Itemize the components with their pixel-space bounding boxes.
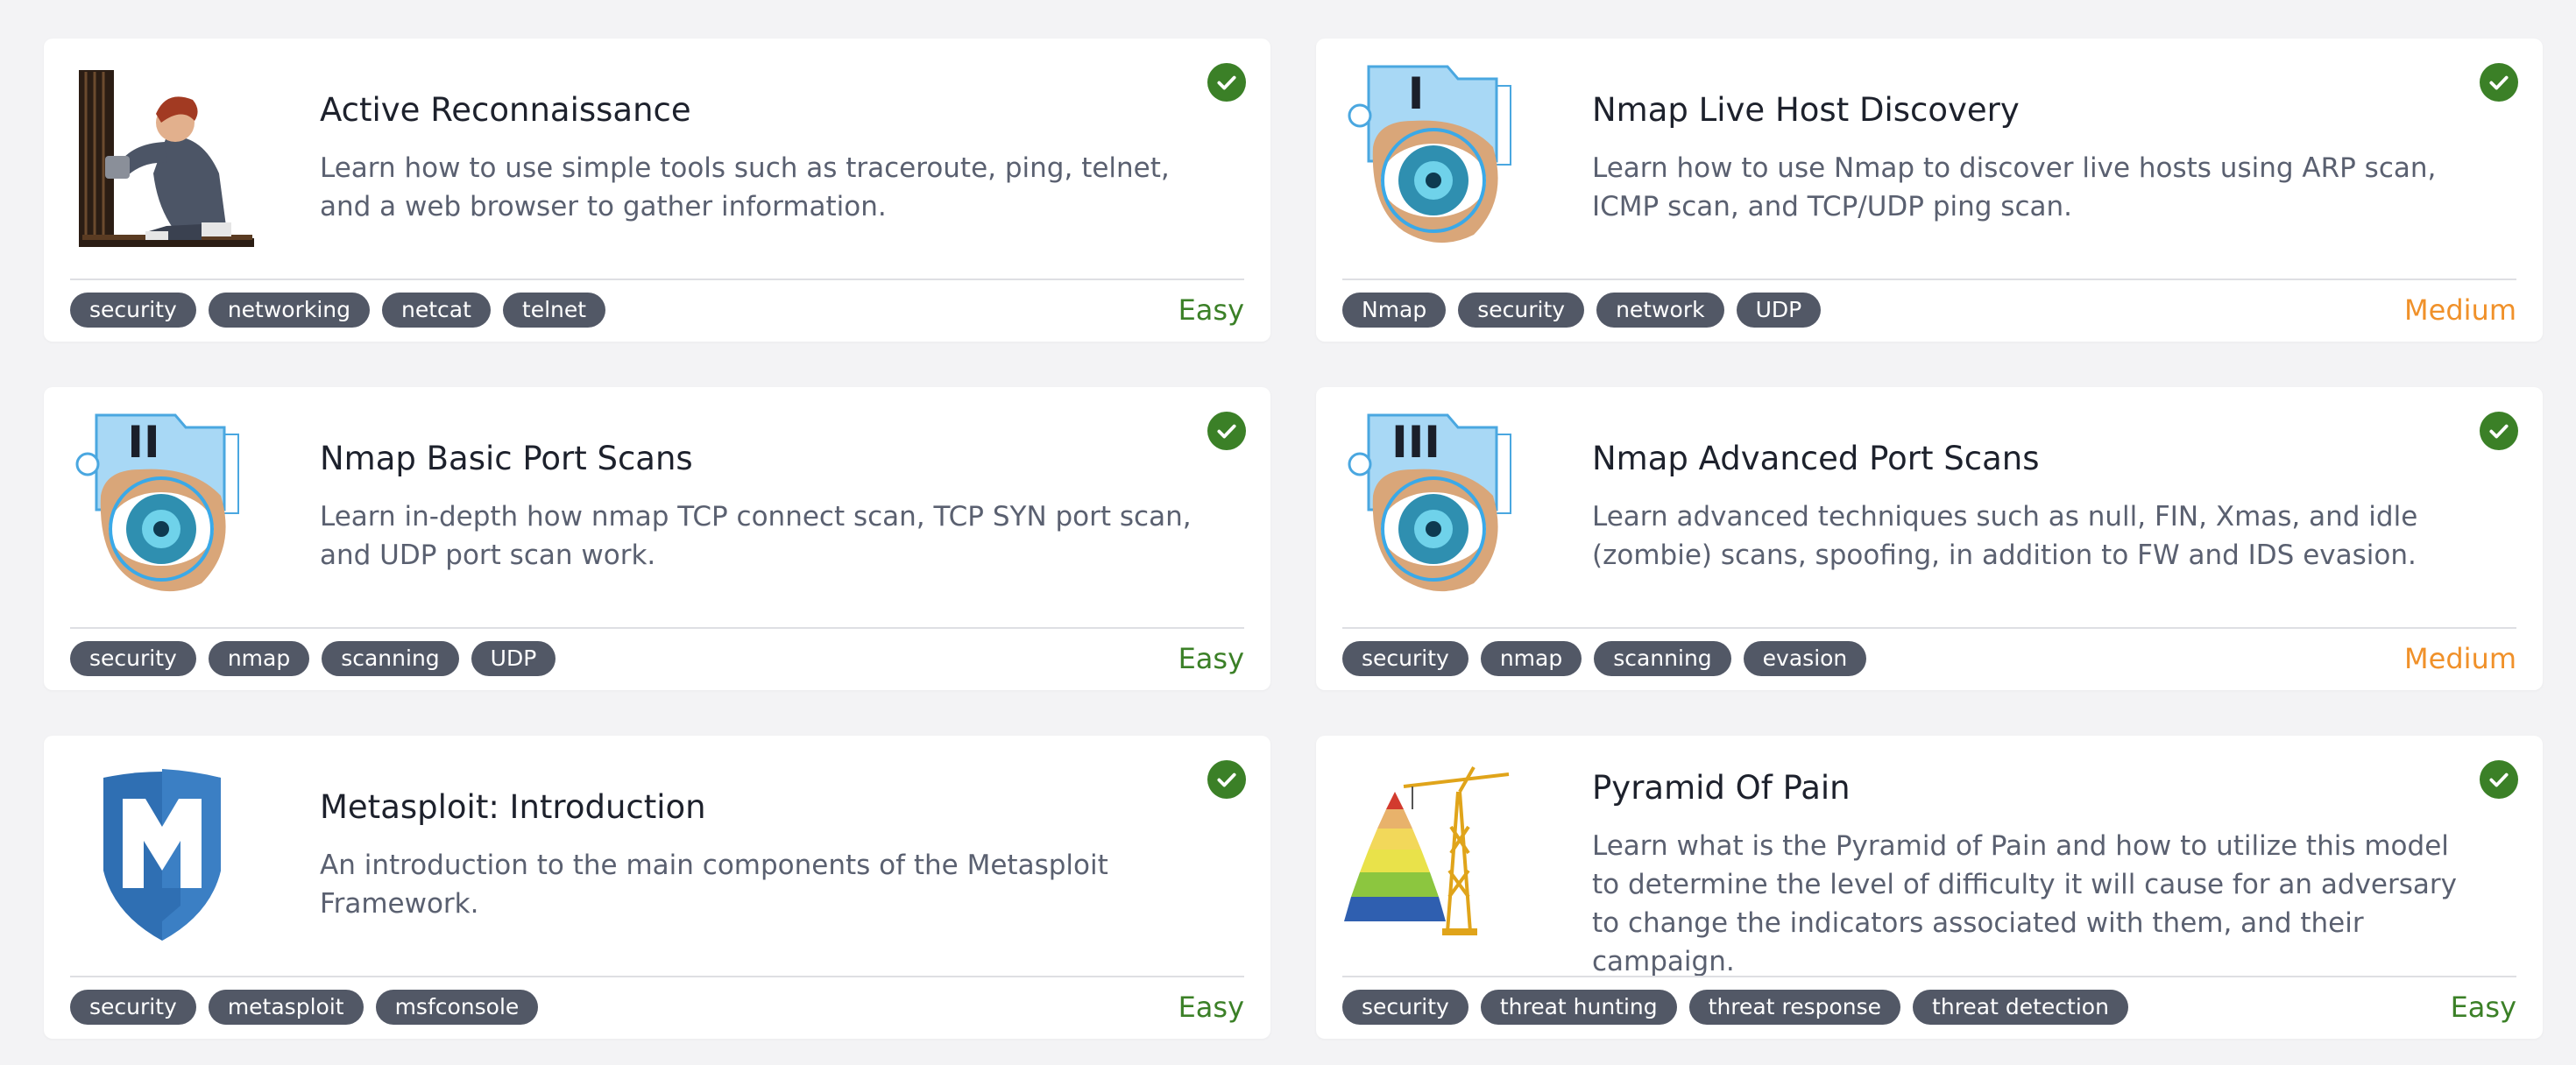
- room-card[interactable]: Metasploit: Introduction An introduction…: [44, 736, 1270, 1039]
- check-circle-icon: [2480, 63, 2518, 102]
- tag-list: security metasploit msfconsole: [70, 990, 539, 1025]
- difficulty-label: Easy: [1178, 991, 1244, 1024]
- difficulty-label: Easy: [1178, 293, 1244, 327]
- card-divider: [70, 279, 1244, 280]
- nmap-eye-icon: III: [1342, 408, 1526, 597]
- room-card[interactable]: I Nmap Live Host Discovery Learn how to …: [1316, 39, 2543, 342]
- room-grid: Active Reconnaissance Learn how to use s…: [44, 39, 2543, 1039]
- difficulty-label: Medium: [2404, 293, 2516, 327]
- room-title[interactable]: Nmap Live Host Discovery: [1592, 89, 2446, 131]
- tag[interactable]: networking: [208, 293, 371, 328]
- card-divider: [70, 627, 1244, 629]
- card-divider: [70, 976, 1244, 977]
- check-circle-icon: [2480, 760, 2518, 799]
- tag[interactable]: security: [1458, 293, 1585, 328]
- tag[interactable]: netcat: [382, 293, 491, 328]
- tag-list: security nmap scanning evasion: [1342, 641, 1867, 676]
- nmap-eye-icon: II: [70, 408, 254, 597]
- room-card[interactable]: III Nmap Advanced Port Scans Learn advan…: [1316, 387, 2543, 690]
- difficulty-label: Easy: [2450, 991, 2516, 1024]
- tag[interactable]: nmap: [208, 641, 310, 676]
- room-title[interactable]: Nmap Basic Port Scans: [320, 438, 1174, 480]
- hacker-lockpick-icon: [70, 60, 254, 249]
- nmap-numeral: III: [1391, 417, 1440, 468]
- tag[interactable]: network: [1596, 293, 1724, 328]
- tag[interactable]: security: [70, 293, 196, 328]
- tag-list: security threat hunting threat response …: [1342, 990, 2128, 1025]
- room-description: Learn how to use Nmap to discover live h…: [1592, 152, 2437, 222]
- room-title[interactable]: Pyramid Of Pain: [1592, 767, 2446, 809]
- tag[interactable]: scanning: [1594, 641, 1731, 676]
- card-divider: [1342, 627, 2516, 629]
- tag[interactable]: metasploit: [208, 990, 364, 1025]
- tag[interactable]: nmap: [1480, 641, 1582, 676]
- nmap-numeral: II: [127, 417, 159, 468]
- room-description: Learn advanced techniques such as null, …: [1592, 501, 2418, 571]
- room-card[interactable]: Pyramid Of Pain Learn what is the Pyrami…: [1316, 736, 2543, 1039]
- room-description: Learn how to use simple tools such as tr…: [320, 152, 1170, 222]
- tag[interactable]: threat response: [1688, 990, 1901, 1025]
- check-circle-icon: [1207, 63, 1246, 102]
- room-title[interactable]: Active Reconnaissance: [320, 89, 1174, 131]
- tag-list: security nmap scanning UDP: [70, 641, 556, 676]
- room-title[interactable]: Metasploit: Introduction: [320, 786, 1174, 829]
- tag[interactable]: telnet: [502, 293, 606, 328]
- tag[interactable]: UDP: [1736, 293, 1822, 328]
- tag[interactable]: security: [70, 990, 196, 1025]
- check-circle-icon: [1207, 412, 1246, 450]
- tag-list: security networking netcat telnet: [70, 293, 606, 328]
- room-card[interactable]: II Nmap Basic Port Scans Learn in-depth …: [44, 387, 1270, 690]
- tag[interactable]: Nmap: [1342, 293, 1447, 328]
- tag[interactable]: security: [70, 641, 196, 676]
- difficulty-label: Medium: [2404, 642, 2516, 675]
- room-title[interactable]: Nmap Advanced Port Scans: [1592, 438, 2446, 480]
- tag[interactable]: evasion: [1743, 641, 1867, 676]
- room-description: Learn in-depth how nmap TCP connect scan…: [320, 501, 1192, 571]
- tag-list: Nmap security network UDP: [1342, 293, 1822, 328]
- room-description: Learn what is the Pyramid of Pain and ho…: [1592, 830, 2457, 977]
- metasploit-shield-icon: [70, 757, 254, 946]
- tag[interactable]: threat detection: [1913, 990, 2128, 1025]
- tag[interactable]: msfconsole: [375, 990, 539, 1025]
- nmap-numeral: I: [1408, 68, 1425, 119]
- check-circle-icon: [2480, 412, 2518, 450]
- card-divider: [1342, 976, 2516, 977]
- tag[interactable]: scanning: [322, 641, 459, 676]
- tag[interactable]: security: [1342, 990, 1468, 1025]
- tag[interactable]: security: [1342, 641, 1468, 676]
- difficulty-label: Easy: [1178, 642, 1244, 675]
- check-circle-icon: [1207, 760, 1246, 799]
- room-card[interactable]: Active Reconnaissance Learn how to use s…: [44, 39, 1270, 342]
- nmap-eye-icon: I: [1342, 60, 1526, 249]
- pyramid-crane-icon: [1342, 757, 1526, 946]
- tag[interactable]: threat hunting: [1480, 990, 1677, 1025]
- tag[interactable]: UDP: [471, 641, 556, 676]
- room-description: An introduction to the main components o…: [320, 850, 1108, 920]
- card-divider: [1342, 279, 2516, 280]
